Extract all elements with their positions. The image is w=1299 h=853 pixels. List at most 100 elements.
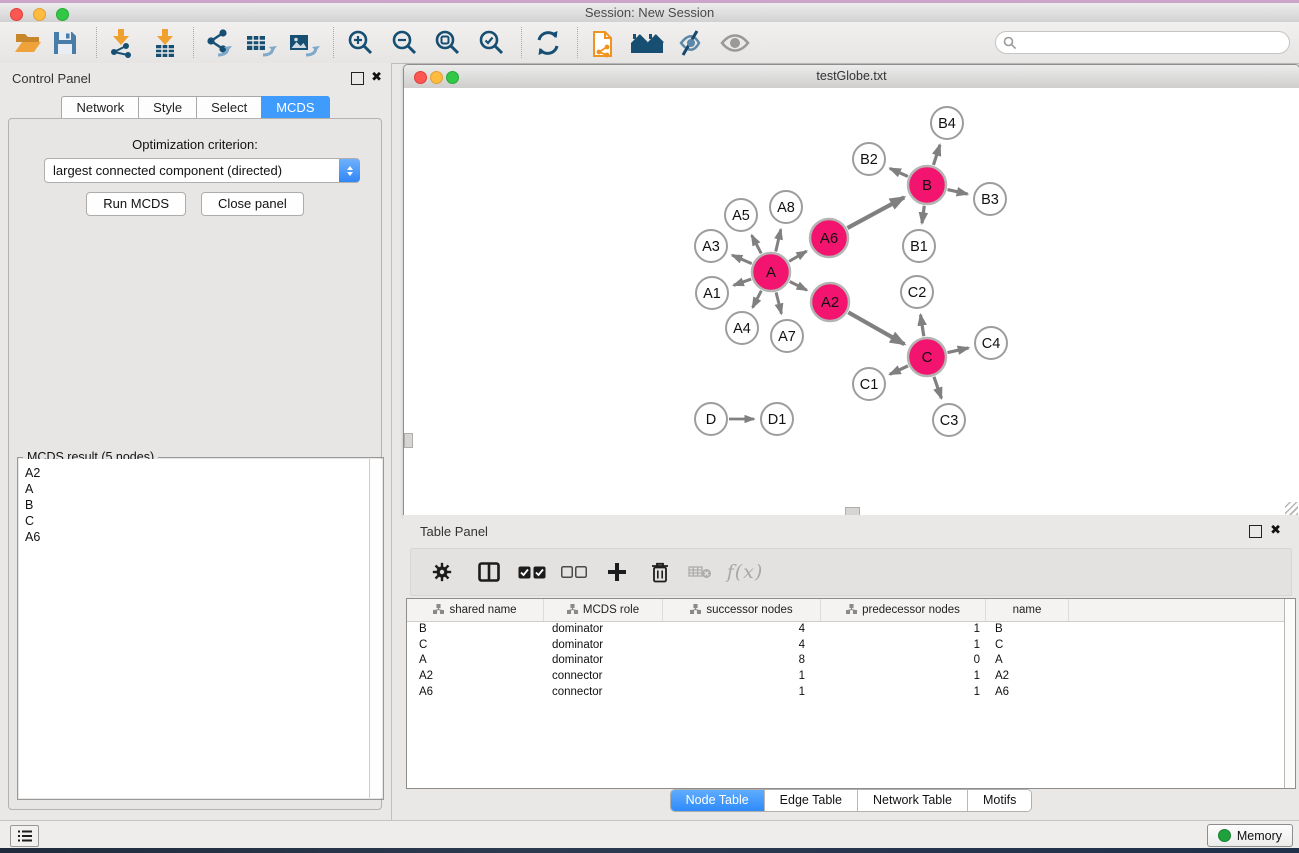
- edge-C-C3[interactable]: [934, 377, 941, 398]
- resize-grip-icon[interactable]: [1285, 502, 1298, 515]
- memory-button[interactable]: Memory: [1207, 824, 1293, 847]
- edge-A-A3[interactable]: [732, 255, 752, 264]
- network-canvas[interactable]: B4B2BB3A5A8A6A3AB1A1C2A2A4A7C4CC1C3DD1: [404, 88, 1299, 516]
- node-C4[interactable]: C4: [975, 327, 1007, 359]
- graphics-details-icon[interactable]: [672, 25, 708, 61]
- new-network-from-file-icon[interactable]: [587, 25, 623, 61]
- table-row[interactable]: Bdominator41B: [407, 621, 1285, 637]
- zoom-in-icon[interactable]: [343, 25, 379, 61]
- show-hide-eye-icon[interactable]: [717, 25, 753, 61]
- tab-network[interactable]: Network: [61, 96, 138, 120]
- node-B4[interactable]: B4: [931, 107, 963, 139]
- run-mcds-button[interactable]: Run MCDS: [86, 192, 186, 216]
- edge-A2-C[interactable]: [848, 312, 904, 344]
- column-header-name[interactable]: name: [986, 599, 1069, 621]
- column-header-MCDS-role[interactable]: MCDS role: [544, 599, 663, 621]
- tab-node-table[interactable]: Node Table: [671, 790, 765, 811]
- node-D1[interactable]: D1: [761, 403, 793, 435]
- node-A2[interactable]: A2: [811, 283, 849, 321]
- export-table-icon[interactable]: [243, 25, 279, 61]
- table-row[interactable]: A6connector11A6: [407, 684, 1285, 700]
- settings-gear-icon[interactable]: [425, 555, 459, 589]
- mcds-result-item[interactable]: C: [25, 513, 370, 529]
- criterion-dropdown[interactable]: largest connected component (directed): [44, 158, 360, 183]
- node-A6[interactable]: A6: [810, 219, 848, 257]
- node-C1[interactable]: C1: [853, 368, 885, 400]
- mcds-result-item[interactable]: B: [25, 497, 370, 513]
- first-neighbors-icon[interactable]: [629, 25, 665, 61]
- task-history-button[interactable]: [10, 825, 39, 847]
- mcds-result-item[interactable]: A6: [25, 529, 370, 545]
- network-view-window[interactable]: testGlobe.txt B4B2BB3A5A8A6A3AB1A1C2A2A4…: [403, 64, 1299, 517]
- close-panel-button[interactable]: Close panel: [201, 192, 304, 216]
- zoom-out-icon[interactable]: [387, 25, 423, 61]
- tab-edge-table[interactable]: Edge Table: [765, 790, 858, 811]
- edge-C-C1[interactable]: [890, 366, 908, 374]
- edge-A6-B[interactable]: [847, 197, 904, 228]
- node-A1[interactable]: A1: [696, 277, 728, 309]
- column-layout-icon[interactable]: [472, 555, 506, 589]
- delete-column-icon[interactable]: [643, 555, 677, 589]
- node-B2[interactable]: B2: [853, 143, 885, 175]
- tab-style[interactable]: Style: [138, 96, 196, 120]
- network-graph[interactable]: B4B2BB3A5A8A6A3AB1A1C2A2A4A7C4CC1C3DD1: [404, 88, 1297, 514]
- edge-A-A4[interactable]: [753, 291, 762, 308]
- search-box[interactable]: [995, 31, 1290, 54]
- select-all-checkboxes-icon[interactable]: [515, 555, 549, 589]
- node-A8[interactable]: A8: [770, 191, 802, 223]
- open-session-icon[interactable]: [11, 25, 47, 61]
- node-C[interactable]: C: [908, 338, 946, 376]
- node-B1[interactable]: B1: [903, 230, 935, 262]
- column-header-shared-name[interactable]: shared name: [407, 599, 544, 621]
- tab-network-table[interactable]: Network Table: [858, 790, 968, 811]
- node-C3[interactable]: C3: [933, 404, 965, 436]
- zoom-selected-icon[interactable]: [474, 25, 510, 61]
- edge-A-A1[interactable]: [734, 279, 752, 285]
- table-row[interactable]: A2connector11A2: [407, 668, 1285, 684]
- import-table-icon[interactable]: [147, 25, 183, 61]
- node-A[interactable]: A: [752, 253, 790, 291]
- search-input[interactable]: [1021, 35, 1289, 51]
- tab-select[interactable]: Select: [196, 96, 261, 120]
- add-column-icon[interactable]: [600, 555, 634, 589]
- edge-A-A6[interactable]: [789, 251, 806, 261]
- node-C2[interactable]: C2: [901, 276, 933, 308]
- main-titlebar[interactable]: Session: New Session: [0, 3, 1299, 23]
- tab-mcds[interactable]: MCDS: [261, 96, 329, 120]
- float-panel-icon[interactable]: [351, 72, 364, 85]
- edge-A-A2[interactable]: [790, 282, 807, 291]
- import-network-icon[interactable]: [103, 25, 139, 61]
- node-A5[interactable]: A5: [725, 199, 757, 231]
- mcds-result-list[interactable]: A2ABCA6: [19, 459, 370, 798]
- deselect-all-checkboxes-icon[interactable]: [557, 555, 591, 589]
- zoom-fit-icon[interactable]: [430, 25, 466, 61]
- edge-A-A8[interactable]: [776, 229, 781, 251]
- save-session-icon[interactable]: [47, 25, 83, 61]
- node-D[interactable]: D: [695, 403, 727, 435]
- edge-B-B3[interactable]: [947, 190, 967, 194]
- edge-B-B4[interactable]: [933, 145, 939, 165]
- edge-A-A5[interactable]: [752, 235, 762, 253]
- table-scrollbar[interactable]: [1284, 599, 1295, 788]
- edge-B-B1[interactable]: [922, 206, 924, 223]
- left-splitter-handle[interactable]: [404, 433, 413, 448]
- delete-table-icon[interactable]: [683, 555, 717, 589]
- mcds-result-item[interactable]: A2: [25, 465, 370, 481]
- function-builder-icon[interactable]: f(x): [722, 555, 768, 589]
- export-network-icon[interactable]: [201, 25, 237, 61]
- edge-A-A7[interactable]: [776, 292, 781, 313]
- node-A3[interactable]: A3: [695, 230, 727, 262]
- node-B[interactable]: B: [908, 166, 946, 204]
- table-row[interactable]: Adominator80A: [407, 653, 1285, 669]
- column-header-successor-nodes[interactable]: successor nodes: [663, 599, 821, 621]
- node-A7[interactable]: A7: [771, 320, 803, 352]
- tab-motifs[interactable]: Motifs: [968, 790, 1031, 811]
- column-header-predecessor-nodes[interactable]: predecessor nodes: [821, 599, 986, 621]
- edge-B-B2[interactable]: [890, 168, 908, 176]
- refresh-layout-icon[interactable]: [530, 25, 566, 61]
- edge-C-C2[interactable]: [920, 315, 923, 337]
- table-row[interactable]: Cdominator41C: [407, 637, 1285, 653]
- export-image-icon[interactable]: [286, 25, 322, 61]
- mcds-result-scrollbar[interactable]: [369, 459, 382, 798]
- close-table-panel-icon[interactable]: ✖: [1270, 522, 1281, 538]
